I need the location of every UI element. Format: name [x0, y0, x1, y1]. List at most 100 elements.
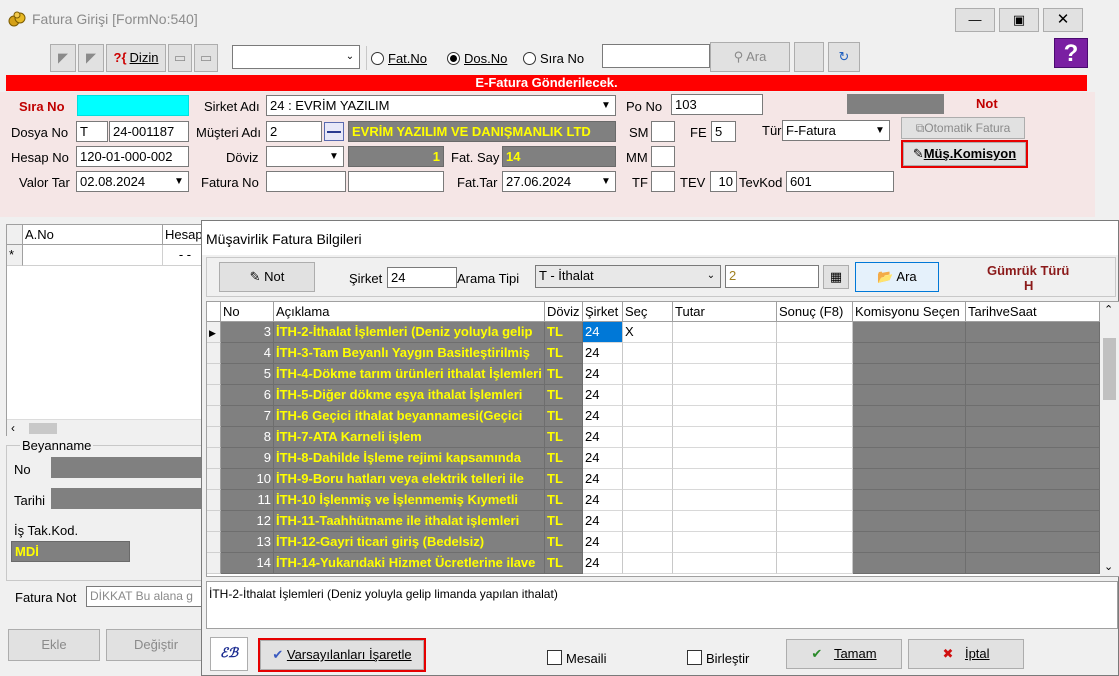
cell-sonuc[interactable] — [777, 532, 853, 553]
tur-select[interactable]: F-Fatura ▼ — [782, 120, 890, 141]
cell-sec[interactable] — [623, 448, 673, 469]
birlestir-checkbox[interactable]: Birleştir — [687, 650, 749, 666]
musteri-code-field[interactable]: 2 — [266, 121, 322, 142]
column-header-sec[interactable]: Seç — [623, 302, 673, 322]
tevkod-field[interactable]: 601 — [786, 171, 894, 192]
cell-sirket[interactable]: 24 — [583, 427, 623, 448]
column-header-sirket[interactable]: Şirket — [583, 302, 623, 322]
scroll-down-icon[interactable]: ⌄ — [1104, 560, 1113, 573]
mus-komisyon-button[interactable]: ✎Müş.Komisyon — [901, 140, 1028, 168]
sirket-field[interactable]: 24 — [387, 267, 457, 288]
cell-sonuc[interactable] — [777, 364, 853, 385]
cell-komisyonu-secen[interactable] — [853, 364, 966, 385]
cell-aciklama[interactable]: İTH-2-İthalat İşlemleri (Deniz yoluyla g… — [274, 322, 545, 343]
fat-tar-picker[interactable]: 27.06.2024 ▼ — [502, 171, 616, 192]
next-record-button[interactable]: ▭ — [168, 44, 192, 72]
cell-sec[interactable] — [623, 511, 673, 532]
not-button[interactable]: ✎ Not — [219, 262, 315, 292]
cell-doviz[interactable]: TL — [545, 490, 583, 511]
cell-tarihvesaat[interactable] — [966, 343, 1100, 364]
cell-sirket[interactable]: 24 — [583, 469, 623, 490]
valor-tar-picker[interactable]: 02.08.2024 ▼ — [76, 171, 189, 192]
column-header-komisyonu-secen[interactable]: Komisyonu Seçen — [853, 302, 966, 322]
refresh-button[interactable]: ↻ — [828, 42, 860, 72]
grid-cell[interactable] — [23, 245, 163, 266]
cell-sec[interactable] — [623, 490, 673, 511]
cell-aciklama[interactable]: İTH-4-Dökme tarım ürünleri ithalat İşlem… — [274, 364, 545, 385]
sm-field[interactable] — [651, 121, 675, 142]
cell-no[interactable]: 7 — [221, 406, 274, 427]
sira-no-field[interactable] — [77, 95, 189, 116]
varsayilanlari-isaretle-button[interactable]: ✔ Varsayılanları İşaretle — [258, 638, 426, 672]
cell-sirket[interactable]: 24 — [583, 511, 623, 532]
cell-sonuc[interactable] — [777, 343, 853, 364]
cell-sirket[interactable]: 24 — [583, 490, 623, 511]
cell-aciklama[interactable]: İTH-5-Diğer dökme eşya ithalat İşlemleri — [274, 385, 545, 406]
table-row[interactable]: 7 İTH-6 Geçici ithalat beyannamesi(Geçici… — [207, 406, 1100, 427]
cell-no[interactable]: 5 — [221, 364, 274, 385]
po-no-field[interactable]: 103 — [671, 94, 763, 115]
cell-tutar[interactable] — [673, 406, 777, 427]
cell-no[interactable]: 4 — [221, 343, 274, 364]
cell-sirket[interactable]: 24 — [583, 385, 623, 406]
cell-doviz[interactable]: TL — [545, 511, 583, 532]
radio-dos-no[interactable]: Dos.No — [447, 51, 507, 66]
scrollbar-thumb[interactable] — [1103, 338, 1116, 400]
table-row[interactable]: 12 İTH-11-Taahhütname ile ithalat işlemle… — [207, 511, 1100, 532]
cell-doviz[interactable]: TL — [545, 553, 583, 574]
radio-sira-no[interactable]: Sıra No — [523, 51, 584, 66]
fe-field[interactable]: 5 — [711, 121, 736, 142]
cell-sonuc[interactable] — [777, 511, 853, 532]
doviz-select[interactable]: ▼ — [266, 146, 344, 167]
cell-aciklama[interactable]: İTH-7-ATA Karneli işlem — [274, 427, 545, 448]
cell-tarihvesaat[interactable] — [966, 469, 1100, 490]
cell-doviz[interactable]: TL — [545, 322, 583, 343]
description-memo[interactable]: İTH-2-İthalat İşlemleri (Deniz yoluyla g… — [206, 581, 1118, 629]
cell-doviz[interactable]: TL — [545, 448, 583, 469]
fatura-not-field[interactable]: DİKKAT Bu alana g — [86, 586, 206, 607]
blank-toolbar-button[interactable] — [794, 42, 824, 72]
table-row[interactable]: 13 İTH-12-Gayri ticari giriş (Bedelsiz) TL… — [207, 532, 1100, 553]
cell-sec[interactable]: X — [623, 322, 673, 343]
tamam-button[interactable]: ✔ Tamam — [786, 639, 902, 669]
cell-no[interactable]: 8 — [221, 427, 274, 448]
cell-sec[interactable] — [623, 343, 673, 364]
table-row[interactable]: ▶ 3 İTH-2-İthalat İşlemleri (Deniz yoluyla… — [207, 322, 1100, 343]
cell-tarihvesaat[interactable] — [966, 406, 1100, 427]
scroll-up-icon[interactable]: ⌃ — [1104, 303, 1113, 316]
ekle-button[interactable]: Ekle — [8, 629, 100, 661]
cell-tarihvesaat[interactable] — [966, 532, 1100, 553]
cell-sirket[interactable]: 24 — [583, 406, 623, 427]
cell-sirket[interactable]: 24 — [583, 532, 623, 553]
cell-doviz[interactable]: TL — [545, 343, 583, 364]
cell-sonuc[interactable] — [777, 427, 853, 448]
cell-komisyonu-secen[interactable] — [853, 427, 966, 448]
cell-no[interactable]: 12 — [221, 511, 274, 532]
cell-aciklama[interactable]: İTH-6 Geçici ithalat beyannamesi(Geçici — [274, 406, 545, 427]
column-header-tutar[interactable]: Tutar — [673, 302, 777, 322]
cell-aciklama[interactable]: İTH-9-Boru hatları veya elektrik telleri… — [274, 469, 545, 490]
cell-tarihvesaat[interactable] — [966, 427, 1100, 448]
cell-tutar[interactable] — [673, 469, 777, 490]
cell-tarihvesaat[interactable] — [966, 448, 1100, 469]
cell-aciklama[interactable]: İTH-14-Yukarıdaki Hizmet Ücretlerine ila… — [274, 553, 545, 574]
ara-button[interactable]: 📂 Ara — [855, 262, 939, 292]
hesap-no-field[interactable]: 120-01-000-002 — [76, 146, 189, 167]
cell-komisyonu-secen[interactable] — [853, 532, 966, 553]
last-record-button[interactable]: ▭ — [194, 44, 218, 72]
cell-komisyonu-secen[interactable] — [853, 448, 966, 469]
otomatik-fatura-button[interactable]: ⧉Otomatik Fatura — [901, 117, 1025, 139]
cell-komisyonu-secen[interactable] — [853, 553, 966, 574]
previous-record-button[interactable]: ◤ — [78, 44, 104, 72]
cell-sec[interactable] — [623, 427, 673, 448]
record-select[interactable]: ⌄ — [232, 45, 360, 69]
cell-tutar[interactable] — [673, 322, 777, 343]
scroll-left-icon[interactable]: ‹ — [11, 421, 15, 435]
cell-sec[interactable] — [623, 532, 673, 553]
cell-doviz[interactable]: TL — [545, 427, 583, 448]
calendar-button[interactable]: ▦ — [823, 265, 849, 289]
cell-sec[interactable] — [623, 406, 673, 427]
search-button[interactable]: ⚲ Ara — [710, 42, 790, 72]
cell-tutar[interactable] — [673, 553, 777, 574]
cell-sonuc[interactable] — [777, 322, 853, 343]
